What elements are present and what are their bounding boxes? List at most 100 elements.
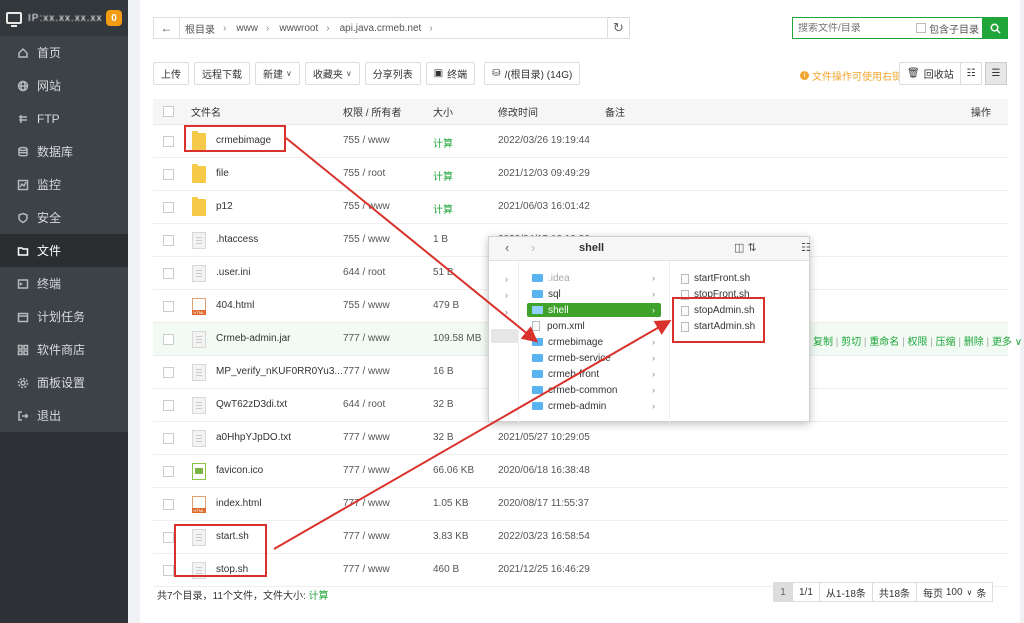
breadcrumb-item[interactable]: www› [231, 21, 274, 36]
sidebar-item-logout[interactable]: 退出 [0, 399, 128, 432]
file-name[interactable]: favicon.ico [216, 465, 263, 476]
file-size[interactable]: 计算 [433, 201, 453, 216]
file-permission[interactable]: 777 / www [343, 465, 390, 476]
sidebar-item-monitor[interactable]: 监控 [0, 168, 128, 201]
file-permission[interactable]: 777 / www [343, 432, 390, 443]
back-arrow-icon[interactable]: ← [154, 18, 180, 38]
sidebar-item-home[interactable]: 首页 [0, 36, 128, 69]
row-checkbox[interactable] [163, 235, 174, 246]
upload-button[interactable]: 上传 [153, 62, 189, 85]
file-permission[interactable]: 777 / www [343, 333, 390, 344]
breadcrumb-item[interactable]: api.java.crmeb.net› [335, 21, 438, 36]
col-name-header[interactable]: 文件名 [191, 104, 221, 119]
row-op-4[interactable]: 压缩 [936, 337, 956, 348]
file-permission[interactable]: 777 / www [343, 564, 390, 575]
file-size[interactable]: 计算 [433, 168, 453, 183]
refresh-icon[interactable]: ↻ [607, 17, 630, 39]
row-checkbox[interactable] [163, 400, 174, 411]
file-size[interactable]: 计算 [433, 135, 453, 150]
per-page-select[interactable]: 每页 100 ∨ 条 [916, 582, 993, 602]
sidebar-item-calendar[interactable]: 计划任务 [0, 300, 128, 333]
file-permission[interactable]: 644 / root [343, 267, 385, 278]
finder-item[interactable]: crmeb-admin› [527, 399, 661, 413]
search-input[interactable] [798, 23, 916, 34]
table-row[interactable]: a0HhpYJpDO.txt777 / www32 B2021/05/27 10… [153, 422, 1008, 455]
list-view-icon[interactable]: ☰ [985, 62, 1007, 85]
favorites-dropdown[interactable]: 收藏夹∨ [305, 62, 360, 85]
calc-total-link[interactable]: 计算 [309, 591, 329, 602]
col-size-header[interactable]: 大小 [433, 104, 453, 119]
sidebar-item-grid[interactable]: 软件商店 [0, 333, 128, 366]
file-name[interactable]: .htaccess [216, 234, 258, 245]
finder-item[interactable]: crmeb-front› [527, 367, 661, 381]
row-checkbox[interactable] [163, 367, 174, 378]
table-row[interactable]: favicon.ico777 / www66.06 KB2020/06/18 1… [153, 455, 1008, 488]
file-name[interactable]: 404.html [216, 300, 254, 311]
file-name[interactable]: a0HhpYJpDO.txt [216, 432, 291, 443]
grid-view-icon[interactable]: ☷ [960, 62, 982, 85]
terminal-button[interactable]: ▣终端 [426, 62, 475, 85]
sidebar-item-gear[interactable]: 面板设置 [0, 366, 128, 399]
table-row[interactable]: p12755 / www计算2021/06/03 16:01:42 [153, 191, 1008, 224]
file-name[interactable]: Crmeb-admin.jar [216, 333, 290, 344]
grid-icon[interactable]: ☷ [801, 241, 811, 254]
include-subdir-checkbox[interactable] [916, 23, 926, 33]
disk-button[interactable]: ⛁/(根目录) (14G) [484, 62, 580, 85]
row-checkbox[interactable] [163, 433, 174, 444]
breadcrumb-item[interactable]: wwwroot› [274, 21, 334, 36]
file-permission[interactable]: 755 / www [343, 300, 390, 311]
row-checkbox[interactable] [163, 565, 174, 576]
finder-item[interactable]: crmeb-service› [527, 351, 661, 365]
sidebar-item-globe[interactable]: 网站 [0, 69, 128, 102]
file-permission[interactable]: 777 / www [343, 366, 390, 377]
finder-item[interactable]: shell› [527, 303, 661, 317]
sidebar-item-folder[interactable]: 文件 [0, 234, 128, 267]
file-permission[interactable]: 777 / www [343, 531, 390, 542]
file-name[interactable]: p12 [216, 201, 233, 212]
recycle-bin-button[interactable]: 🗑回收站 [899, 62, 962, 85]
row-checkbox[interactable] [163, 466, 174, 477]
finder-item[interactable]: crmebimage› [527, 335, 661, 349]
row-op-2[interactable]: 重命名 [869, 337, 899, 348]
page-current[interactable]: 1 [773, 582, 793, 602]
sidebar-item-terminal[interactable]: 终端 [0, 267, 128, 300]
sidebar-item-database[interactable]: 数据库 [0, 135, 128, 168]
breadcrumb-item[interactable]: 根目录› [180, 21, 231, 36]
new-dropdown[interactable]: 新建∨ [255, 62, 300, 85]
file-name[interactable]: QwT62zD3di.txt [216, 399, 287, 410]
row-checkbox[interactable] [163, 301, 174, 312]
finder-file[interactable]: startFront.sh [681, 273, 750, 284]
row-op-6[interactable]: 更多 [992, 337, 1012, 348]
col-mtime-header[interactable]: 修改时间 [498, 104, 538, 119]
table-row[interactable]: index.html777 / www1.05 KB2020/08/17 11:… [153, 488, 1008, 521]
sidebar-item-shield[interactable]: 安全 [0, 201, 128, 234]
file-name[interactable]: .user.ini [216, 267, 250, 278]
finder-item[interactable]: .idea› [527, 271, 661, 285]
file-name[interactable]: index.html [216, 498, 262, 509]
finder-back-icon[interactable]: ‹ [505, 240, 509, 255]
column-view-icon[interactable]: ◫ ⇅ [734, 241, 757, 254]
file-permission[interactable]: 644 / root [343, 399, 385, 410]
finder-forward-icon[interactable]: › [531, 240, 535, 255]
row-checkbox[interactable] [163, 202, 174, 213]
row-checkbox[interactable] [163, 499, 174, 510]
row-checkbox[interactable] [163, 334, 174, 345]
row-op-5[interactable]: 删除 [964, 337, 984, 348]
file-permission[interactable]: 755 / www [343, 201, 390, 212]
select-all-checkbox[interactable] [163, 106, 174, 117]
file-permission[interactable]: 777 / www [343, 498, 390, 509]
table-row[interactable]: file755 / root计算2021/12/03 09:49:29 [153, 158, 1008, 191]
table-row[interactable]: start.sh777 / www3.83 KB2022/03/23 16:58… [153, 521, 1008, 554]
row-checkbox[interactable] [163, 169, 174, 180]
file-permission[interactable]: 755 / www [343, 234, 390, 245]
share-list-button[interactable]: 分享列表 [365, 62, 421, 85]
row-checkbox[interactable] [163, 136, 174, 147]
file-name[interactable]: file [216, 168, 229, 179]
file-permission[interactable]: 755 / www [343, 135, 390, 146]
finder-item[interactable]: crmeb-common› [527, 383, 661, 397]
finder-item[interactable]: sql› [527, 287, 661, 301]
remote-download-button[interactable]: 远程下载 [194, 62, 250, 85]
row-op-1[interactable]: 剪切 [841, 337, 861, 348]
sidebar-item-ftp[interactable]: FTP [0, 102, 128, 135]
row-op-0[interactable]: 复制 [813, 337, 833, 348]
